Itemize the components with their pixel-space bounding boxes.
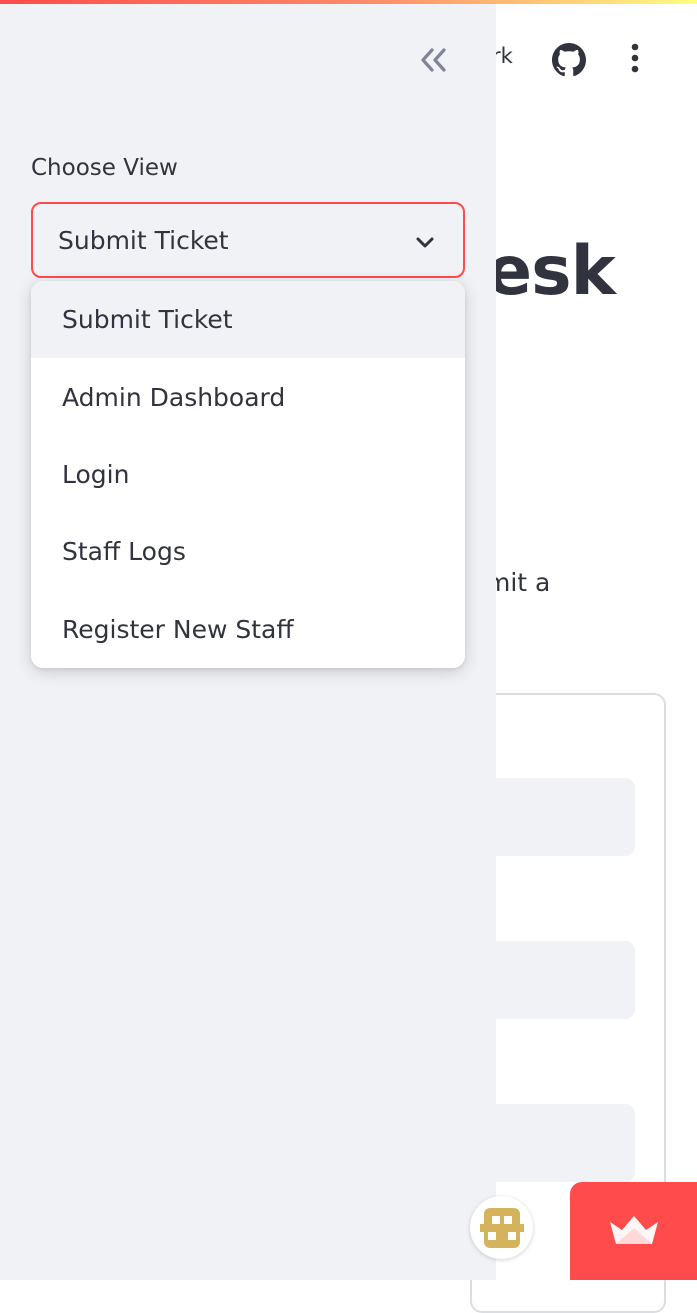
option-admin-dashboard[interactable]: Admin Dashboard bbox=[31, 358, 465, 435]
collapse-sidebar-button[interactable] bbox=[414, 40, 454, 80]
main-menu-button[interactable] bbox=[618, 38, 652, 78]
avatar[interactable] bbox=[470, 1196, 533, 1259]
view-select[interactable]: Submit Ticket bbox=[31, 202, 465, 278]
crown-icon bbox=[609, 1216, 658, 1244]
view-dropdown-menu: Submit Ticket Admin Dashboard Login Staf… bbox=[31, 281, 465, 668]
select-label: Choose View bbox=[31, 155, 178, 181]
select-value: Submit Ticket bbox=[58, 225, 229, 255]
pixel-avatar-icon bbox=[479, 1207, 524, 1248]
option-register-new-staff[interactable]: Register New Staff bbox=[31, 591, 465, 668]
sidebar: Choose View Submit Ticket Submit Ticket … bbox=[0, 0, 496, 1280]
chevron-down-icon bbox=[416, 237, 434, 248]
page-title: esk bbox=[486, 232, 616, 311]
vertical-dots-icon bbox=[631, 43, 639, 73]
github-icon[interactable] bbox=[549, 40, 589, 80]
github-icon bbox=[552, 43, 586, 77]
streamlit-badge[interactable] bbox=[570, 1182, 697, 1280]
double-chevron-left-icon bbox=[421, 48, 446, 72]
option-submit-ticket[interactable]: Submit Ticket bbox=[31, 281, 465, 359]
option-login[interactable]: Login bbox=[31, 436, 465, 513]
option-staff-logs[interactable]: Staff Logs bbox=[31, 513, 465, 590]
top-decoration-bar bbox=[0, 0, 697, 4]
